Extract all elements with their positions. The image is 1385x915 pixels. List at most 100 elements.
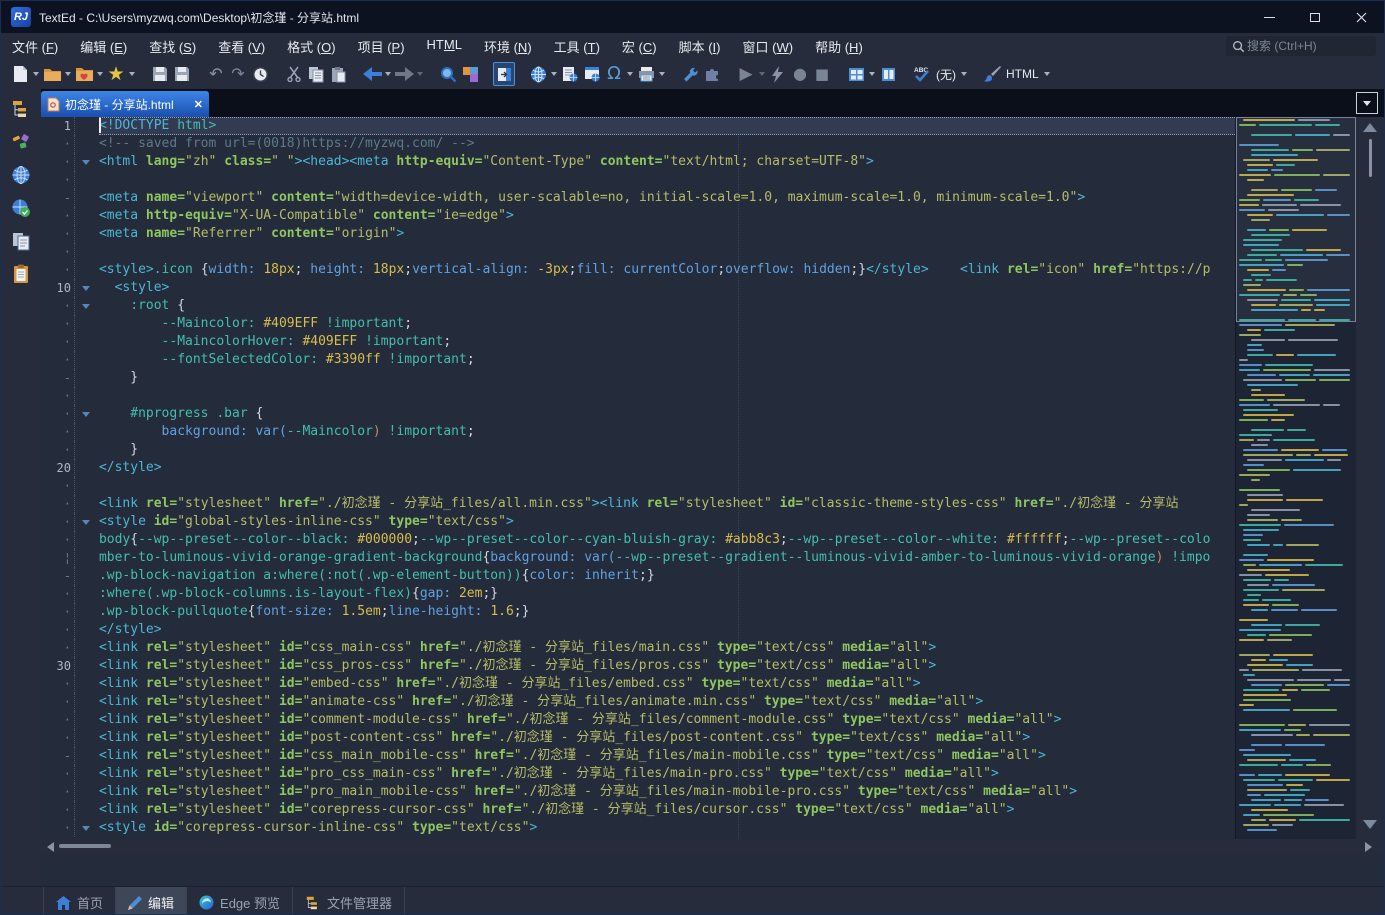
- fold-arrow-icon[interactable]: [75, 304, 98, 309]
- favorites-folder-button[interactable]: [73, 62, 95, 86]
- code-line[interactable]: <!DOCTYPE html>: [99, 117, 1235, 135]
- bottom-tab-home[interactable]: 首页: [43, 887, 116, 915]
- run-dropdown[interactable]: [757, 62, 767, 86]
- toggle-side-panel-button[interactable]: [493, 62, 515, 86]
- fold-arrow-icon[interactable]: [75, 826, 98, 831]
- menu-find[interactable]: 查找 (S): [138, 37, 207, 56]
- code-line[interactable]: #nprogress .bar {: [99, 405, 1235, 423]
- open-folder-dropdown[interactable]: [63, 62, 73, 86]
- open-folder-button[interactable]: [41, 62, 63, 86]
- menu-project[interactable]: 项目 (P): [347, 37, 416, 56]
- code-line[interactable]: <link rel="stylesheet" id="post-content-…: [99, 729, 1235, 747]
- menu-edit[interactable]: 编辑 (E): [69, 37, 138, 56]
- code-line[interactable]: <link rel="stylesheet" id="pro_css_main-…: [99, 765, 1235, 783]
- code-line[interactable]: [99, 243, 1235, 261]
- plugins-button[interactable]: [701, 62, 723, 86]
- code-line[interactable]: <html lang="zh" class=" "><head><meta ht…: [99, 153, 1235, 171]
- browser-globe-dropdown[interactable]: [549, 62, 559, 86]
- favorites-star-button[interactable]: ★: [105, 62, 127, 86]
- copy-button[interactable]: [305, 62, 327, 86]
- horizontal-scrollbar[interactable]: [41, 839, 1384, 854]
- code-line[interactable]: [99, 387, 1235, 405]
- code-line[interactable]: }: [99, 441, 1235, 459]
- code-line[interactable]: <link rel="stylesheet" id="pro_main_mobi…: [99, 783, 1235, 801]
- syntax-brush-button[interactable]: [981, 62, 1003, 86]
- spellcheck-language-label[interactable]: (无): [933, 66, 959, 83]
- maximize-button[interactable]: [1292, 1, 1338, 33]
- code-line[interactable]: :root {: [99, 297, 1235, 315]
- code-line[interactable]: <style>: [99, 279, 1235, 297]
- menu-file[interactable]: 文件 (F): [1, 37, 69, 56]
- horizontal-scroll-thumb[interactable]: [59, 844, 111, 848]
- code-line[interactable]: background: var(--Maincolor) !important;: [99, 423, 1235, 441]
- close-button[interactable]: [1338, 1, 1384, 33]
- search-input[interactable]: [1245, 38, 1363, 54]
- save-all-button[interactable]: [171, 62, 193, 86]
- forward-dropdown[interactable]: [415, 62, 425, 86]
- code-area[interactable]: <!DOCTYPE html><!-- saved from url=(0018…: [99, 117, 1235, 839]
- menu-view[interactable]: 查看 (V): [207, 37, 276, 56]
- scroll-down-icon[interactable]: [1363, 820, 1377, 829]
- code-line[interactable]: <link rel="stylesheet" id="css_main-css"…: [99, 639, 1235, 657]
- code-line[interactable]: <link rel="stylesheet" id="comment-modul…: [99, 711, 1235, 729]
- compare-button[interactable]: [459, 62, 481, 86]
- back-dropdown[interactable]: [383, 62, 393, 86]
- vertical-scroll-thumb[interactable]: [1369, 139, 1372, 177]
- code-line[interactable]: <meta name="viewport" content="width=dev…: [99, 189, 1235, 207]
- bottom-tab-file-manager[interactable]: 文件管理器: [293, 887, 405, 915]
- bottom-tab-edge-preview[interactable]: Edge 预览: [187, 887, 293, 915]
- history-button[interactable]: [249, 62, 271, 86]
- code-line[interactable]: .wp-block-navigation a:where(:not(.wp-el…: [99, 567, 1235, 585]
- code-line[interactable]: --MaincolorHover: #409EFF !important;: [99, 333, 1235, 351]
- title-bar[interactable]: RJ TextEd - C:\Users\myzwq.com\Desktop\初…: [1, 1, 1384, 33]
- vertical-scrollbar[interactable]: [1356, 117, 1384, 839]
- menu-script[interactable]: 脚本 (I): [668, 37, 732, 56]
- tools-button[interactable]: [679, 62, 701, 86]
- favorites-folder-dropdown[interactable]: [95, 62, 105, 86]
- code-line[interactable]: <link rel="stylesheet" id="css_main_mobi…: [99, 747, 1235, 765]
- menu-environment[interactable]: 环境 (N): [473, 37, 543, 56]
- code-line[interactable]: :where(.wp-block-columns.is-layout-flex)…: [99, 585, 1235, 603]
- layout-panels-dropdown[interactable]: [867, 62, 877, 86]
- fold-arrow-icon[interactable]: [75, 412, 98, 417]
- browser-globe-button[interactable]: [527, 62, 549, 86]
- cut-button[interactable]: [283, 62, 305, 86]
- code-line[interactable]: mber-to-luminous-vivid-orange-gradient-b…: [99, 549, 1235, 567]
- tab-close-icon[interactable]: ✕: [194, 98, 203, 111]
- search-box[interactable]: [1226, 36, 1376, 56]
- menu-help[interactable]: 帮助 (H): [804, 37, 874, 56]
- new-file-button[interactable]: [9, 62, 31, 86]
- favorites-star-dropdown[interactable]: [127, 62, 137, 86]
- undo-button[interactable]: ↶: [205, 62, 227, 86]
- menu-window[interactable]: 窗口 (W): [732, 37, 805, 56]
- code-line[interactable]: </style>: [99, 621, 1235, 639]
- code-line[interactable]: body{--wp--preset--color--black: #000000…: [99, 531, 1235, 549]
- special-chars-dropdown[interactable]: [625, 62, 635, 86]
- code-line[interactable]: }: [99, 369, 1235, 387]
- snippets-shapes-icon[interactable]: [9, 130, 33, 154]
- code-line[interactable]: --fontSelectedColor: #3390ff !important;: [99, 351, 1235, 369]
- file-explorer-tree-icon[interactable]: [9, 97, 33, 121]
- run-button[interactable]: ▶: [735, 62, 757, 86]
- preview-page-button[interactable]: [559, 62, 581, 86]
- fold-arrow-icon[interactable]: [75, 286, 98, 291]
- minimize-button[interactable]: [1246, 1, 1292, 33]
- preview-browser-button[interactable]: [581, 62, 603, 86]
- scroll-left-icon[interactable]: [47, 842, 54, 852]
- web-globe-check-icon[interactable]: [9, 196, 33, 220]
- document-map-dropdown[interactable]: [1356, 92, 1378, 114]
- columns-view-button[interactable]: [877, 62, 899, 86]
- code-line[interactable]: <style>.icon {width: 18px; height: 18px;…: [99, 261, 1235, 279]
- syntax-dropdown[interactable]: [1042, 62, 1052, 86]
- code-line[interactable]: <link rel="stylesheet" href="./初念瑾 - 分享站…: [99, 495, 1235, 513]
- scroll-right-icon[interactable]: [1365, 842, 1372, 852]
- code-line[interactable]: <!-- saved from url=(0018)https://myzwq.…: [99, 135, 1235, 153]
- web-globe-icon[interactable]: [9, 163, 33, 187]
- quick-run-button[interactable]: [767, 62, 789, 86]
- bottom-tab-edit[interactable]: 编辑: [116, 887, 187, 915]
- new-file-dropdown[interactable]: [31, 62, 41, 86]
- document-copy-icon[interactable]: [9, 229, 33, 253]
- scroll-up-icon[interactable]: [1363, 123, 1377, 132]
- code-line[interactable]: --Maincolor: #409EFF !important;: [99, 315, 1235, 333]
- code-line[interactable]: <style id="corepress-cursor-inline-css" …: [99, 819, 1235, 837]
